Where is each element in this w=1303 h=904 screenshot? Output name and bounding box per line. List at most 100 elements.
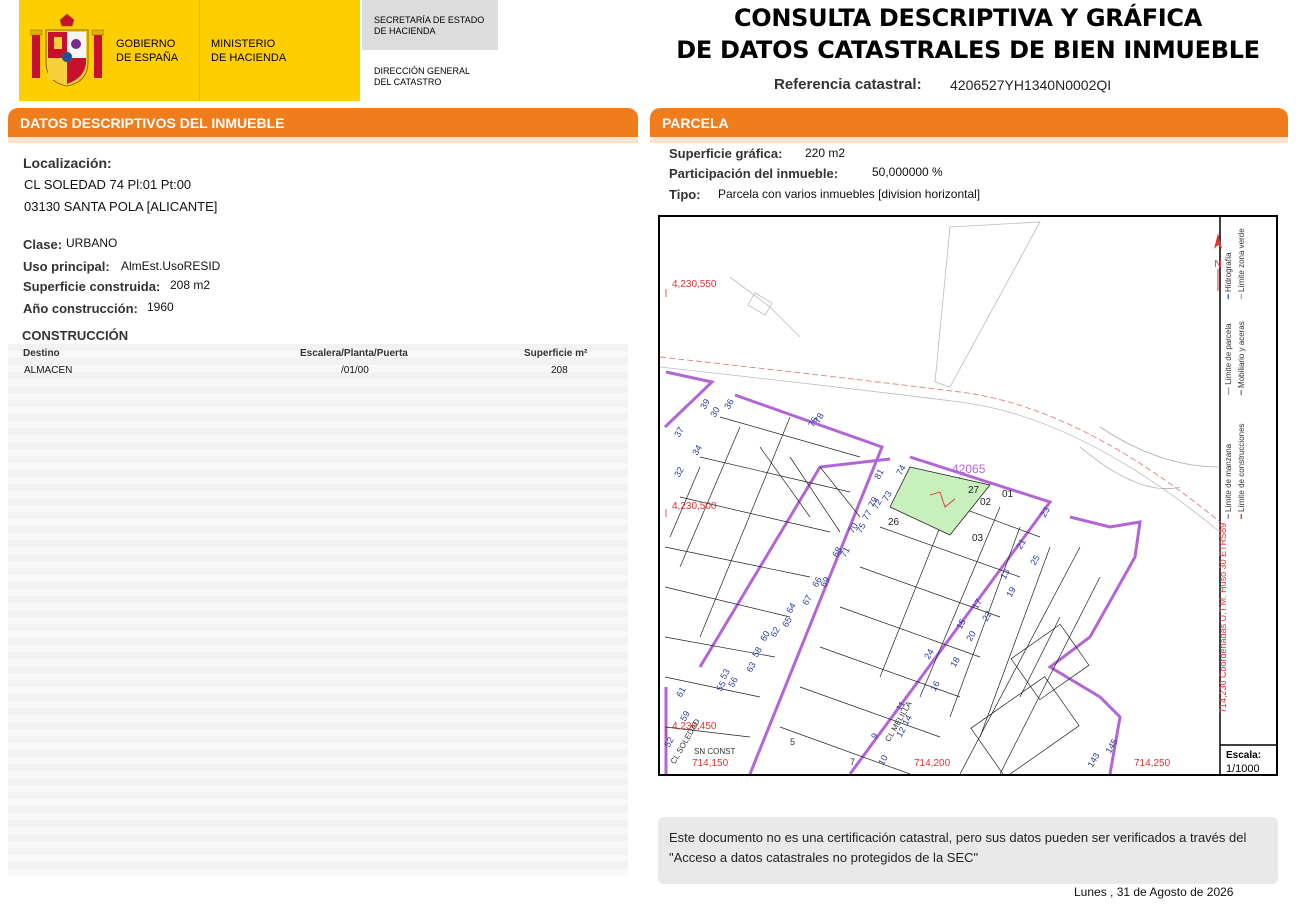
legend-mobiliario: ━ Mobiliario y aceras — [1237, 321, 1246, 395]
coord-x3: 714,250 — [1134, 758, 1171, 769]
table-stripe — [8, 778, 628, 785]
table-stripe — [8, 498, 628, 505]
table-stripe — [8, 841, 628, 848]
table-stripe — [8, 554, 628, 561]
table-stripe — [8, 491, 628, 498]
table-stripe — [8, 806, 628, 813]
table-stripe — [8, 827, 628, 834]
table-stripe — [8, 372, 628, 379]
uso-label: Uso principal: — [23, 259, 110, 274]
anio-value: 1960 — [147, 300, 174, 314]
table-stripe — [8, 680, 628, 687]
table-stripe — [8, 834, 628, 841]
tipo-label: Tipo: — [669, 187, 701, 202]
disclaimer-text: Este documento no es una certificación c… — [669, 830, 1247, 865]
address-line2: 03130 SANTA POLA [ALICANTE] — [24, 199, 218, 214]
table-stripe — [8, 750, 628, 757]
coord-x1: 714,150 — [692, 758, 729, 769]
scale-label: Escala: — [1226, 750, 1262, 761]
table-stripe — [8, 547, 628, 554]
table-stripe — [8, 729, 628, 736]
table-stripe — [8, 456, 628, 463]
superficie-value: 208 m2 — [170, 278, 211, 292]
table-stripe — [8, 813, 628, 820]
table-stripe — [8, 631, 628, 638]
table-stripe — [8, 414, 628, 421]
table-stripe — [8, 379, 628, 386]
table-stripe — [8, 743, 628, 750]
tipo-value: Parcela con varios inmuebles [division h… — [718, 187, 981, 201]
clase-label: Clase: — [23, 237, 63, 252]
table-stripe — [8, 561, 628, 568]
table-stripe — [8, 652, 628, 659]
table-stripe — [8, 799, 628, 806]
table-stripe — [8, 393, 628, 400]
anio-label: Año construcción: — [23, 301, 138, 316]
table-stripe — [8, 435, 628, 442]
table-stripe — [8, 505, 628, 512]
table-stripe — [8, 694, 628, 701]
superficie-label: Superficie construida: — [23, 279, 161, 294]
direccion-general-text: DIRECCIÓN GENERAL DEL CATASTRO — [374, 66, 471, 87]
table-stripe — [8, 365, 628, 372]
table-stripe — [8, 568, 628, 575]
table-cell-destino: ALMACEN — [24, 365, 73, 376]
construccion-title: CONSTRUCCIÓN — [22, 328, 129, 343]
legend-hidrografia: ━ Hidrografía — [1224, 252, 1233, 299]
descriptive-section-header: DATOS DESCRIPTIVOS DEL INMUEBLE — [8, 108, 638, 143]
table-stripe — [8, 512, 628, 519]
table-stripe — [8, 687, 628, 694]
coord-x2: 714,200 — [914, 758, 951, 769]
table-stripe — [8, 715, 628, 722]
table-stripe — [8, 792, 628, 799]
legend-construcciones: ━ Límite de construcciones — [1237, 423, 1246, 519]
table-stripe — [8, 869, 628, 876]
table-stripe — [8, 659, 628, 666]
logo-divider — [199, 0, 200, 101]
parcela-section-title: PARCELA — [650, 108, 1288, 137]
ministerio-text: MINISTERIO DE HACIENDA — [211, 38, 287, 64]
scale-value: 1/1000 — [1226, 763, 1260, 775]
table-stripe — [8, 589, 628, 596]
table-stripe — [8, 386, 628, 393]
legend-zona-verde: ━ Límite zona verde — [1237, 228, 1246, 299]
table-stripe — [8, 736, 628, 743]
table-stripe — [8, 575, 628, 582]
localizacion-label: Localización: — [23, 155, 112, 171]
table-stripe — [8, 519, 628, 526]
table-stripe — [8, 407, 628, 414]
table-stripe — [8, 449, 628, 456]
table-stripe — [8, 477, 628, 484]
section-shadow — [8, 137, 638, 143]
coat-of-arms-icon — [29, 12, 105, 88]
gobierno-text: GOBIERNO DE ESPAÑA — [116, 38, 179, 64]
table-stripe — [8, 848, 628, 855]
sup-grafica-label: Superficie gráfica: — [669, 146, 783, 161]
lot-label: 26 — [888, 517, 900, 528]
table-stripe — [8, 470, 628, 477]
table-stripe — [8, 610, 628, 617]
participacion-label: Participación del inmueble: — [669, 166, 839, 181]
table-stripe — [8, 484, 628, 491]
participacion-value: 50,000000 % — [872, 165, 943, 179]
table-stripe — [8, 708, 628, 715]
table-stripe — [8, 645, 628, 652]
table-stripe — [8, 757, 628, 764]
table-stripe — [8, 533, 628, 540]
cadastral-map[interactable]: 4,230,550 4,230,500 4,230,450 714,150 71… — [658, 215, 1278, 776]
table-stripe — [8, 400, 628, 407]
lot-label: 01 — [1002, 489, 1014, 500]
construccion-table: Destino Escalera/Planta/Puerta Superfici… — [8, 344, 628, 880]
lot-label: 5 — [790, 737, 796, 747]
lot-label: 02 — [980, 497, 992, 508]
uso-value: AlmEst.UsoRESID — [121, 259, 221, 273]
table-stripe — [8, 771, 628, 778]
table-stripe — [8, 855, 628, 862]
table-stripe — [8, 722, 628, 729]
table-stripe — [8, 596, 628, 603]
table-stripe — [8, 638, 628, 645]
table-stripe — [8, 428, 628, 435]
parcela-section-header: PARCELA — [650, 108, 1288, 143]
lot-label: 27 — [968, 485, 980, 496]
clase-value: URBANO — [66, 236, 118, 250]
